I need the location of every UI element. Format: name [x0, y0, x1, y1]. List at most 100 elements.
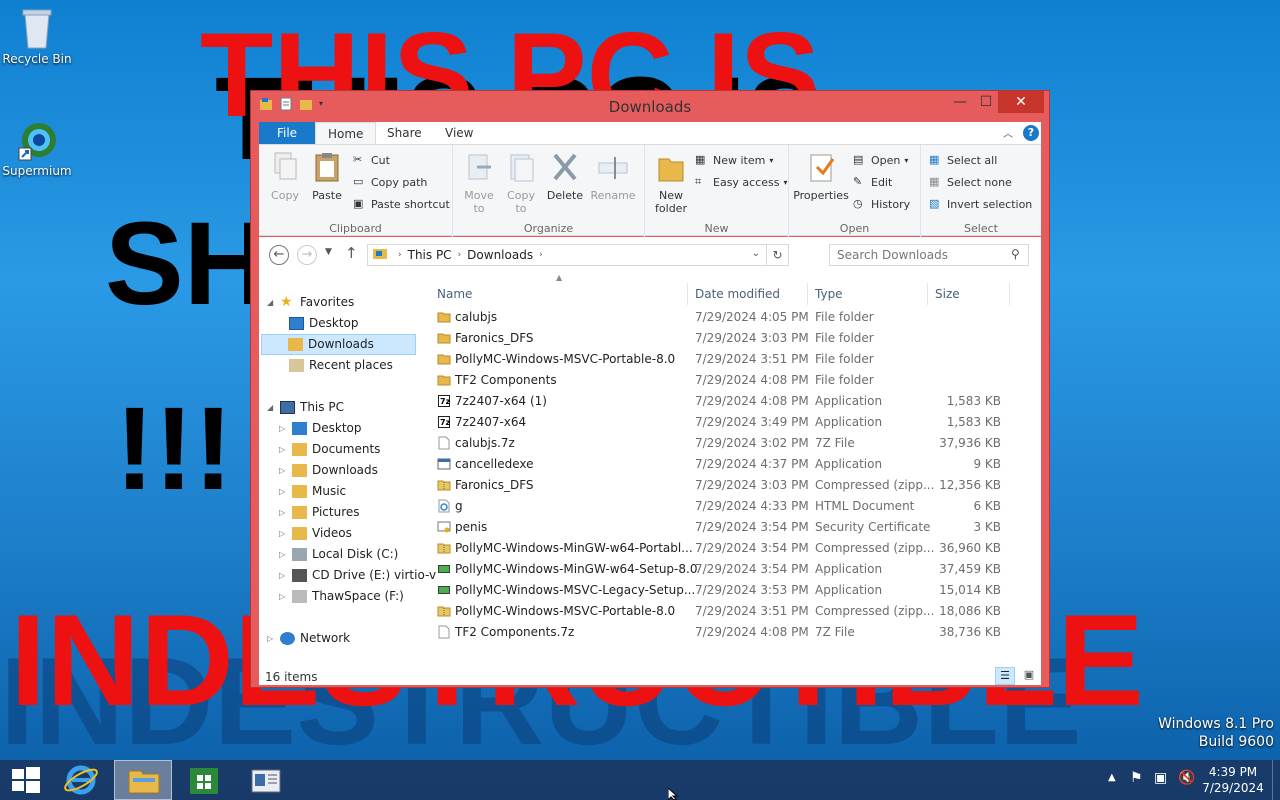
- taskbar-file-explorer[interactable]: [114, 760, 172, 800]
- cut-button[interactable]: ✂ Cut: [353, 153, 390, 167]
- back-button[interactable]: ←: [269, 245, 289, 265]
- move-to-button[interactable]: Move to: [459, 151, 499, 215]
- large-icons-view-button[interactable]: ▣: [1019, 667, 1039, 685]
- table-row[interactable]: PollyMC-Windows-MinGW-w64-Portabl... 7/29…: [429, 538, 1029, 559]
- desktop-icon-supermium[interactable]: Supermium: [0, 118, 77, 178]
- table-row[interactable]: PollyMC-Windows-MSVC-Portable-8.0 7/29/20…: [429, 601, 1029, 622]
- tree-favorites-downloads[interactable]: Downloads: [261, 334, 416, 355]
- file-date: 7/29/2024 4:08 PM: [695, 394, 809, 408]
- table-row[interactable]: 7z 7z2407-x64 (1) 7/29/2024 4:08 PM Applica…: [429, 391, 1029, 412]
- table-row[interactable]: PollyMC-Windows-MinGW-w64-Setup-8.0 7/29/…: [429, 559, 1029, 580]
- column-header-name[interactable]: Name: [437, 287, 472, 301]
- new-item-button[interactable]: ▦ New item ▾: [695, 153, 773, 167]
- clock[interactable]: 4:39 PM 7/29/2024: [1200, 764, 1266, 796]
- properties-button[interactable]: Properties: [793, 151, 849, 202]
- new-folder-button[interactable]: New folder: [651, 151, 691, 215]
- table-row[interactable]: Faronics_DFS 7/29/2024 3:03 PM File folder: [429, 328, 1029, 349]
- column-header-size[interactable]: Size: [935, 287, 960, 301]
- action-center-flag-icon[interactable]: ⚑: [1130, 770, 1143, 786]
- history-icon: ◷: [853, 197, 863, 210]
- column-divider: [687, 283, 688, 305]
- tree-favorites[interactable]: ◢ ★ Favorites: [267, 292, 354, 313]
- select-none-button[interactable]: ▦ Select none: [929, 175, 1012, 189]
- recent-locations-button[interactable]: ▼: [325, 247, 332, 257]
- forward-button[interactable]: →: [297, 245, 317, 265]
- tab-home[interactable]: Home: [315, 122, 377, 144]
- tree-pc-documents[interactable]: ▷ Documents: [279, 439, 380, 460]
- copy-to-button[interactable]: Copy to: [501, 151, 541, 215]
- ribbon: Copy Paste ✂ Cut ▭ Copy path ▣ Paste shortc…: [259, 144, 1041, 237]
- tree-label: Desktop: [309, 316, 359, 330]
- column-header-type[interactable]: Type: [815, 287, 843, 301]
- easy-access-button[interactable]: ⌗ Easy access ▾: [695, 175, 788, 189]
- table-row[interactable]: 7z 7z2407-x64 7/29/2024 3:49 PM Application…: [429, 412, 1029, 433]
- open-button[interactable]: ▤ Open ▾: [853, 153, 908, 167]
- table-row[interactable]: cancelledexe 7/29/2024 4:37 PM Application…: [429, 454, 1029, 475]
- details-view-button[interactable]: ☰: [995, 667, 1015, 685]
- tree-pc-pictures[interactable]: ▷ Pictures: [279, 502, 360, 523]
- tree-pc-desktop[interactable]: ▷ Desktop: [279, 418, 362, 439]
- tree-pc-downloads[interactable]: ▷ Downloads: [279, 460, 378, 481]
- desktop-icon-label: Supermium: [2, 164, 72, 178]
- copy-path-button[interactable]: ▭ Copy path: [353, 175, 427, 189]
- table-row[interactable]: TF2 Components.7z 7/29/2024 4:08 PM 7Z Fil…: [429, 622, 1029, 643]
- app-icon: [437, 457, 451, 471]
- desktop-icon-recycle-bin[interactable]: Recycle Bin: [0, 6, 77, 66]
- column-header-date[interactable]: Date modified: [695, 287, 780, 301]
- tree-this-pc[interactable]: ◢ This PC: [267, 397, 344, 418]
- cd-drive-icon: [292, 569, 307, 582]
- address-bar[interactable]: › This PC › Downloads › ⌄ ↻: [367, 244, 789, 266]
- table-row[interactable]: TF2 Components 7/29/2024 4:08 PM File fold…: [429, 370, 1029, 391]
- breadcrumb-downloads[interactable]: Downloads: [467, 248, 533, 262]
- title-bar[interactable]: ▾ Downloads — ☐ ✕: [251, 91, 1049, 121]
- delete-button[interactable]: Delete: [545, 151, 585, 202]
- invert-selection-button[interactable]: ▧ Invert selection: [929, 197, 1032, 211]
- search-input[interactable]: Search Downloads: [829, 244, 1029, 266]
- taskbar-store[interactable]: [176, 760, 234, 800]
- tab-share[interactable]: Share: [375, 122, 434, 144]
- up-button[interactable]: ↑: [345, 244, 358, 262]
- volume-muted-icon[interactable]: 🔇: [1178, 770, 1195, 786]
- tab-view[interactable]: View: [433, 122, 485, 144]
- tree-pc-music[interactable]: ▷ Music: [279, 481, 346, 502]
- tree-pc-cd-drive[interactable]: ▷ CD Drive (E:) virtio-v: [279, 565, 436, 586]
- table-row[interactable]: g 7/29/2024 4:33 PM HTML Document 6 KB: [429, 496, 1029, 517]
- maximize-button[interactable]: ☐: [972, 91, 1000, 113]
- paste-button[interactable]: Paste: [307, 151, 347, 202]
- table-row[interactable]: Faronics_DFS 7/29/2024 3:03 PM Compressed …: [429, 475, 1029, 496]
- tree-favorites-desktop[interactable]: Desktop: [289, 313, 359, 334]
- select-all-button[interactable]: ▦ Select all: [929, 153, 997, 167]
- start-button[interactable]: [0, 760, 58, 800]
- help-icon[interactable]: ?: [1023, 125, 1039, 141]
- rename-button[interactable]: Rename: [589, 151, 637, 202]
- table-row[interactable]: PollyMC-Windows-MSVC-Legacy-Setup... 7/29…: [429, 580, 1029, 601]
- tree-favorites-recent[interactable]: Recent places: [289, 355, 393, 376]
- tree-pc-thawspace[interactable]: ▷ ThawSpace (F:): [279, 586, 404, 607]
- table-row[interactable]: penis 7/29/2024 3:54 PM Security Certifica…: [429, 517, 1029, 538]
- invert-selection-label: Invert selection: [947, 197, 1033, 211]
- paste-shortcut-button[interactable]: ▣ Paste shortcut: [353, 197, 450, 211]
- table-row[interactable]: PollyMC-Windows-MSVC-Portable-8.0 7/29/20…: [429, 349, 1029, 370]
- taskbar-control-panel[interactable]: [238, 760, 296, 800]
- table-row[interactable]: calubjs.7z 7/29/2024 3:02 PM 7Z File 37,936…: [429, 433, 1029, 454]
- close-button[interactable]: ✕: [998, 91, 1044, 113]
- tab-file[interactable]: File: [259, 122, 315, 144]
- table-row[interactable]: calubjs 7/29/2024 4:05 PM File folder: [429, 307, 1029, 328]
- taskbar-internet-explorer[interactable]: [52, 760, 110, 800]
- refresh-button[interactable]: ↻: [766, 245, 788, 265]
- breadcrumb-this-pc[interactable]: This PC: [408, 248, 452, 262]
- tree-label: Downloads: [312, 463, 378, 477]
- edit-button[interactable]: ✎ Edit: [853, 175, 892, 189]
- address-dropdown-icon[interactable]: ⌄: [752, 248, 760, 259]
- show-desktop-button[interactable]: [1272, 760, 1280, 800]
- collapse-ribbon-icon[interactable]: ︿: [1003, 125, 1013, 140]
- minimize-button[interactable]: —: [946, 91, 974, 113]
- tree-network[interactable]: ▷ Network: [267, 628, 350, 649]
- svg-text:7z: 7z: [440, 397, 451, 406]
- tree-pc-local-disk[interactable]: ▷ Local Disk (C:): [279, 544, 398, 565]
- show-hidden-icons-button[interactable]: ▲: [1108, 772, 1116, 783]
- copy-button[interactable]: Copy: [265, 151, 305, 202]
- network-status-icon[interactable]: ▣: [1154, 770, 1167, 786]
- tree-pc-videos[interactable]: ▷ Videos: [279, 523, 352, 544]
- history-button[interactable]: ◷ History: [853, 197, 910, 211]
